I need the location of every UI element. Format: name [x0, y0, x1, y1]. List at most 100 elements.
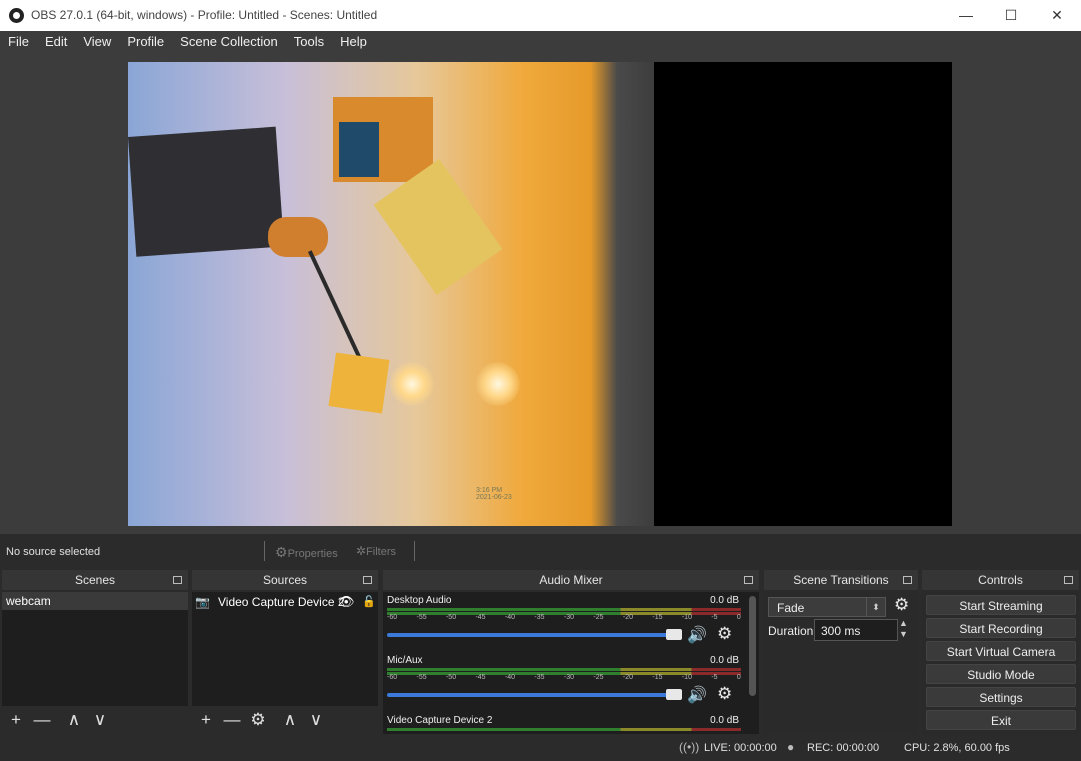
divider [264, 541, 265, 561]
eye-icon[interactable]: 👁 [338, 592, 355, 612]
duration-stepper[interactable]: ▲ ▼ [899, 618, 908, 640]
cube-object [328, 352, 390, 414]
lock-icon[interactable]: 🔓 [362, 592, 376, 612]
start-streaming-button[interactable]: Start Streaming [926, 595, 1076, 615]
webcam-feed: 3:16 PM 2021-06-23 [128, 62, 654, 526]
channel-name: Desktop Audio [387, 595, 452, 606]
keyboard-object [128, 126, 285, 257]
channel-name: Video Capture Device 2 [387, 715, 493, 726]
mixer-scrollbar[interactable] [749, 596, 756, 696]
preview-canvas[interactable]: 3:16 PM 2021-06-23 [128, 62, 952, 526]
record-dot-icon: ● [787, 740, 795, 754]
menu-edit[interactable]: Edit [37, 31, 75, 53]
add-source-button[interactable]: + [194, 706, 218, 734]
menu-profile[interactable]: Profile [119, 31, 172, 53]
close-button[interactable]: ✕ [1034, 0, 1080, 31]
transition-select[interactable]: Fade ⬍ [768, 597, 886, 617]
menu-bar: File Edit View Profile Scene Collection Tools… [0, 31, 1081, 53]
menu-help[interactable]: Help [332, 31, 375, 53]
light-reflection [476, 362, 520, 406]
scene-item[interactable]: webcam [2, 592, 188, 610]
start-recording-button[interactable]: Start Recording [926, 618, 1076, 638]
sources-list[interactable]: 📷 Video Capture Device 2 👁 🔓 [192, 592, 378, 706]
light-reflection [390, 362, 434, 406]
controls-header: Controls [922, 570, 1079, 590]
source-properties-gear-icon[interactable]: ⚙ [246, 706, 270, 734]
remove-scene-button[interactable]: — [30, 706, 54, 734]
broadcast-icon: ((•)) [679, 740, 700, 754]
move-scene-down-button[interactable]: ∨ [88, 706, 112, 734]
level-meter [387, 608, 741, 611]
exit-button[interactable]: Exit [926, 710, 1076, 730]
channel-name: Mic/Aux [387, 655, 423, 666]
studio-mode-button[interactable]: Studio Mode [926, 664, 1076, 684]
clamp-object [268, 217, 328, 257]
live-timer: LIVE: 00:00:00 [704, 742, 777, 754]
undock-icon[interactable] [744, 576, 753, 584]
start-virtual-camera-button[interactable]: Start Virtual Camera [926, 641, 1076, 661]
source-toolbar: No source selected ⚙Properties ✲Filters [0, 538, 1081, 566]
window-title: OBS 27.0.1 (64-bit, windows) - Profile: … [31, 8, 378, 22]
audio-mixer-dock: Audio Mixer Desktop Audio 0.0 dB -60 -55-… [383, 570, 759, 734]
level-meter [387, 728, 741, 731]
sources-header: Sources [192, 570, 378, 590]
meter-ticks: -60 -55 -50 -45 -40 -35 -30 -25 -20 -15 -10 -5 0 [387, 614, 741, 621]
sources-toolbar: + — ⚙ ∧ ∨ [192, 706, 378, 734]
move-scene-up-button[interactable]: ∧ [62, 706, 86, 734]
add-scene-button[interactable]: + [4, 706, 28, 734]
scene-transitions-header: Scene Transitions [764, 570, 918, 590]
menu-tools[interactable]: Tools [286, 31, 332, 53]
duration-label: Duration [768, 624, 814, 638]
scenes-dock: Scenes webcam + — ∧ ∨ [2, 570, 188, 734]
source-item[interactable]: 📷 Video Capture Device 2 👁 🔓 [192, 592, 378, 612]
transition-gear-icon[interactable]: ⚙ [894, 595, 909, 615]
circuit-board-object [333, 97, 433, 182]
settings-button[interactable]: Settings [926, 687, 1076, 707]
status-bar: ((•)) LIVE: 00:00:00 ● REC: 00:00:00 CPU… [0, 736, 1081, 761]
menu-scene-collection[interactable]: Scene Collection [172, 31, 286, 53]
transitions-body: Fade ⬍ ⚙ Duration 300 ms ▲ ▼ [764, 592, 918, 734]
minimize-button[interactable]: — [943, 0, 989, 31]
source-name: Video Capture Device 2 [218, 595, 345, 609]
menu-view[interactable]: View [75, 31, 119, 53]
filters-button[interactable]: ✲Filters [356, 544, 396, 558]
gear-icon[interactable]: ⚙ [717, 624, 732, 644]
audio-mixer-header: Audio Mixer [383, 570, 759, 590]
undock-icon[interactable] [173, 576, 182, 584]
speaker-icon[interactable]: 🔊 [687, 685, 707, 705]
mixer-channel: Video Capture Device 2 0.0 dB [387, 712, 741, 734]
level-meter [387, 668, 741, 671]
move-source-down-button[interactable]: ∨ [304, 706, 328, 734]
properties-button[interactable]: ⚙Properties [275, 544, 338, 561]
screen-timestamp: 3:16 PM 2021-06-23 [476, 487, 512, 501]
duration-input[interactable]: 300 ms [814, 619, 898, 641]
scenes-list[interactable]: webcam [2, 592, 188, 706]
menu-file[interactable]: File [0, 31, 37, 53]
volume-slider[interactable] [387, 693, 672, 697]
channel-db: 0.0 dB [710, 715, 739, 726]
gear-icon: ⚙ [275, 544, 288, 560]
move-source-up-button[interactable]: ∧ [278, 706, 302, 734]
preview-area[interactable]: 3:16 PM 2021-06-23 [0, 53, 1081, 534]
sources-dock: Sources 📷 Video Capture Device 2 👁 🔓 + —… [192, 570, 378, 734]
remove-source-button[interactable]: — [220, 706, 244, 734]
gear-icon[interactable]: ⚙ [717, 684, 732, 704]
divider [414, 541, 415, 561]
meter-ticks: -60 -55 -50 -45 -40 -35 -30 -25 -20 -15 -10 -5 0 [387, 674, 741, 681]
undock-icon[interactable] [903, 576, 912, 584]
maximize-button[interactable]: ☐ [988, 0, 1034, 31]
scenes-toolbar: + — ∧ ∨ [2, 706, 188, 734]
scenes-header: Scenes [2, 570, 188, 590]
no-source-label: No source selected [6, 546, 101, 558]
volume-slider-handle[interactable] [666, 689, 682, 700]
rec-timer: REC: 00:00:00 [807, 742, 880, 754]
undock-icon[interactable] [1064, 576, 1073, 584]
speaker-icon[interactable]: 🔊 [687, 625, 707, 645]
mixer-channel: Desktop Audio 0.0 dB -60 -55 -50 -45 -40 -35-… [387, 592, 741, 652]
channel-db: 0.0 dB [710, 595, 739, 606]
undock-icon[interactable] [363, 576, 372, 584]
volume-slider-handle[interactable] [666, 629, 682, 640]
volume-slider[interactable] [387, 633, 672, 637]
channel-db: 0.0 dB [710, 655, 739, 666]
obs-logo-icon [9, 8, 24, 23]
